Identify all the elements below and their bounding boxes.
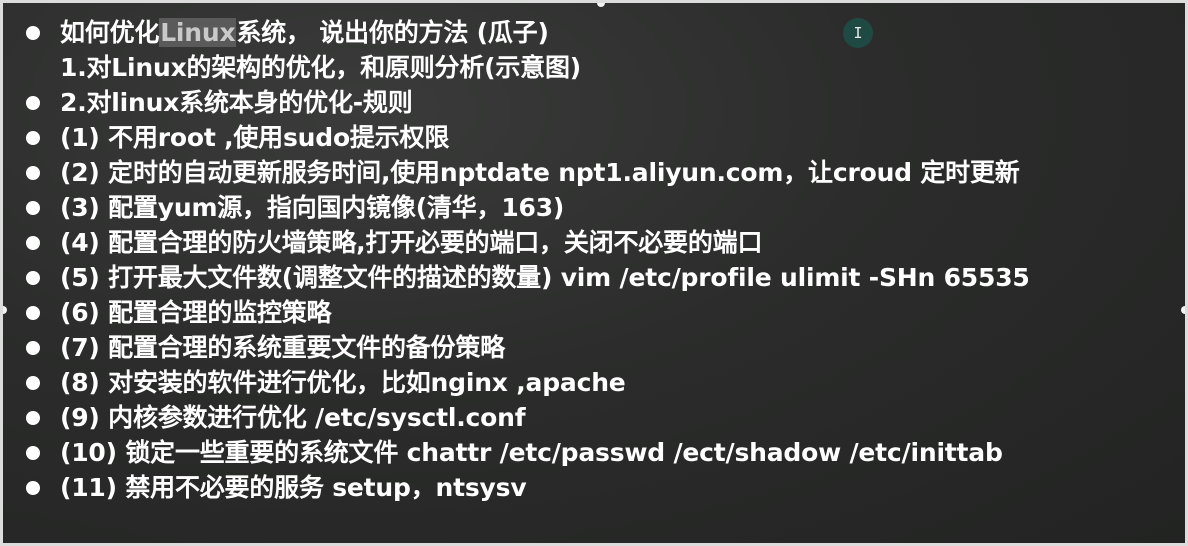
bullet-icon [26, 131, 40, 145]
item-text: 如何优化 [60, 18, 160, 47]
resize-handle-right[interactable] [1181, 306, 1185, 314]
item-text: 1.对Linux的架构的优化，和原则分析(示意图) [60, 53, 581, 82]
resize-handle-top[interactable] [597, 3, 605, 7]
bullet-icon [26, 481, 40, 495]
list-item[interactable]: (2) 定时的自动更新服务时间,使用nptdate npt1.aliyun.co… [23, 155, 1030, 190]
list-item[interactable]: (8) 对安装的软件进行优化，比如nginx ,apache [23, 365, 1030, 400]
bullet-icon [26, 166, 40, 180]
list-item[interactable]: (4) 配置合理的防火墙策略,打开必要的端口，关闭不必要的端口 [23, 225, 1030, 260]
bullet-icon [26, 96, 40, 110]
list-item[interactable]: (11) 禁用不必要的服务 setup，ntsysv [23, 470, 1030, 505]
bullet-icon [26, 411, 40, 425]
item-text: (5) 打开最大文件数(调整文件的描述的数量) vim /etc/profile… [60, 263, 1030, 292]
list-item[interactable]: 2.对linux系统本身的优化-规则 [23, 85, 1030, 120]
slide: I 如何优化Linux系统， 说出你的方法 (瓜子) 1.对Linux的架构的优… [0, 0, 1188, 546]
list-item[interactable]: (9) 内核参数进行优化 /etc/sysctl.conf [23, 400, 1030, 435]
item-text: (9) 内核参数进行优化 /etc/sysctl.conf [60, 403, 526, 432]
item-text: (3) 配置yum源，指向国内镜像(清华，163) [60, 193, 565, 222]
item-text: (8) 对安装的软件进行优化，比如nginx ,apache [60, 368, 626, 397]
list-item[interactable]: (7) 配置合理的系统重要文件的备份策略 [23, 330, 1030, 365]
list-item[interactable]: (5) 打开最大文件数(调整文件的描述的数量) vim /etc/profile… [23, 260, 1030, 295]
list-item[interactable]: (3) 配置yum源，指向国内镜像(清华，163) [23, 190, 1030, 225]
list-item[interactable]: 1.对Linux的架构的优化，和原则分析(示意图) [23, 50, 1030, 85]
bullet-icon [26, 201, 40, 215]
list-item[interactable]: (10) 锁定一些重要的系统文件 chattr /etc/passwd /ect… [23, 435, 1030, 470]
selected-text[interactable]: Linux [159, 18, 237, 47]
list-item[interactable]: 如何优化Linux系统， 说出你的方法 (瓜子) [23, 15, 1030, 50]
item-text: (2) 定时的自动更新服务时间,使用nptdate npt1.aliyun.co… [60, 158, 1020, 187]
resize-handle-left[interactable] [3, 306, 7, 314]
item-text: (1) 不用root ,使用sudo提示权限 [60, 123, 450, 152]
item-text: 2.对linux系统本身的优化-规则 [60, 88, 413, 117]
bullet-icon [26, 236, 40, 250]
bullet-icon [26, 26, 40, 40]
item-text: (11) 禁用不必要的服务 setup，ntsysv [60, 473, 527, 502]
item-text: (10) 锁定一些重要的系统文件 chattr /etc/passwd /ect… [60, 438, 1003, 467]
bullet-icon [26, 376, 40, 390]
item-text: 系统， 说出你的方法 (瓜子) [236, 18, 549, 47]
content-list: 如何优化Linux系统， 说出你的方法 (瓜子) 1.对Linux的架构的优化，… [23, 15, 1030, 505]
item-text: (6) 配置合理的监控策略 [60, 298, 332, 327]
list-item[interactable]: (1) 不用root ,使用sudo提示权限 [23, 120, 1030, 155]
bullet-icon [26, 306, 40, 320]
bullet-icon [26, 341, 40, 355]
bullet-icon [26, 271, 40, 285]
bullet-icon [26, 446, 40, 460]
item-text: (4) 配置合理的防火墙策略,打开必要的端口，关闭不必要的端口 [60, 228, 763, 257]
item-text: (7) 配置合理的系统重要文件的备份策略 [60, 333, 505, 362]
list-item[interactable]: (6) 配置合理的监控策略 [23, 295, 1030, 330]
